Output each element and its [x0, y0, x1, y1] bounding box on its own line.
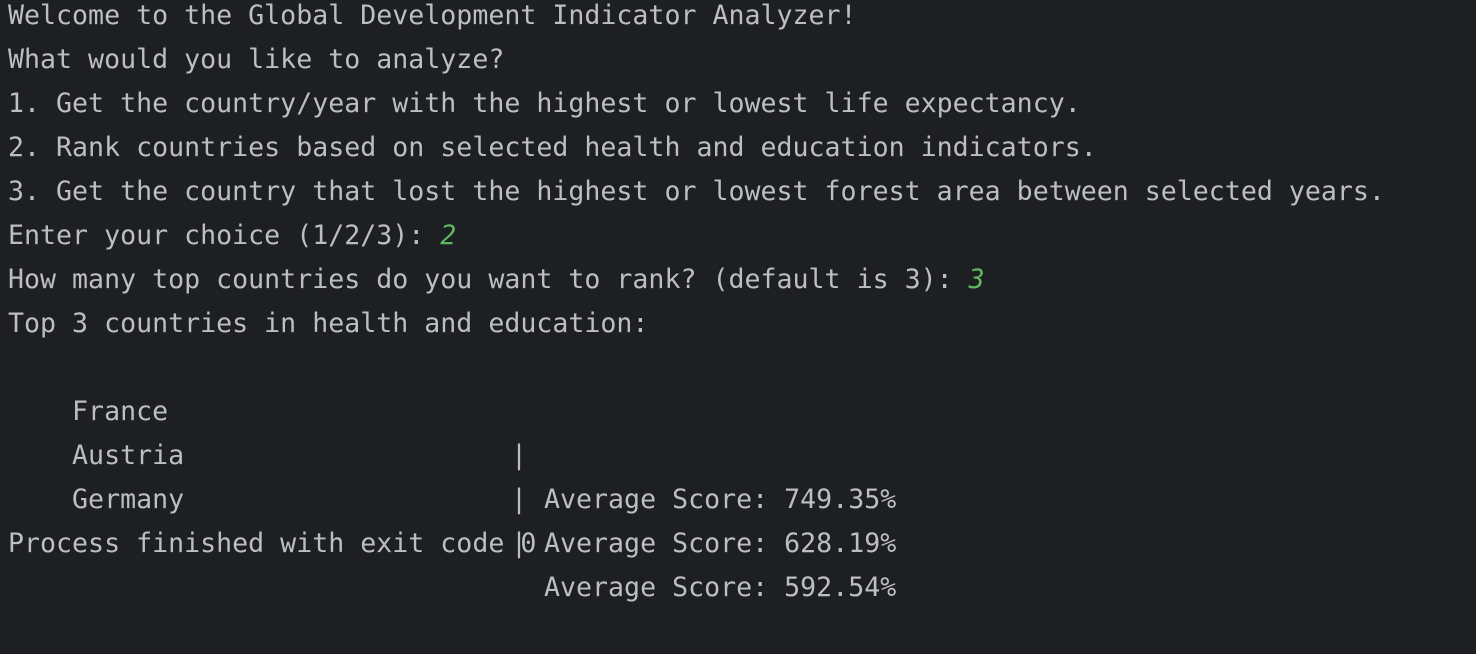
option-line-3: 3. Get the country that lost the highest… [8, 176, 1385, 207]
result-row: Germany | Average Score: 592.54% [8, 434, 1208, 603]
question-line: What would you like to analyze? [8, 44, 505, 75]
exit-message: Process finished with exit code 0 [8, 528, 537, 559]
choice-prompt: Enter your choice (1/2/3): [8, 220, 441, 251]
result-row: Austria | Average Score: 628.19% [8, 390, 1208, 559]
result-score: Average Score: 592.54% [544, 572, 897, 603]
option-line-2: 2. Rank countries based on selected heal… [8, 132, 1097, 163]
result-separator: | [511, 484, 528, 515]
choice-prompt-line: Enter your choice (1/2/3): 2 [8, 214, 456, 258]
welcome-line: Welcome to the Global Development Indica… [8, 0, 857, 31]
result-row: France | Average Score: 749.35% [8, 346, 1208, 515]
choice-input[interactable]: 2 [440, 220, 456, 251]
rank-prompt-line: How many top countries do you want to ra… [8, 258, 985, 302]
rank-prompt: How many top countries do you want to ra… [8, 264, 969, 295]
console-output: Welcome to the Global Development Indica… [0, 0, 1476, 603]
result-score: Average Score: 749.35% [544, 484, 897, 515]
option-line-1: 1. Get the country/year with the highest… [8, 88, 1081, 119]
results-header: Top 3 countries in health and education: [8, 308, 649, 339]
result-score: Average Score: 628.19% [544, 528, 897, 559]
result-country: Germany [72, 484, 185, 515]
rank-input[interactable]: 3 [969, 264, 985, 295]
